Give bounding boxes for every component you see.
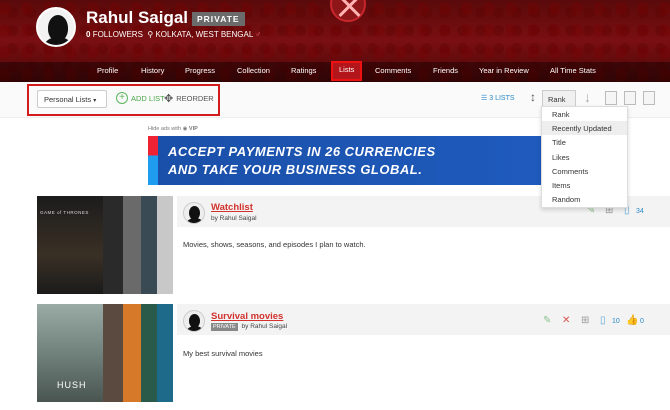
profile-avatar[interactable] [36,7,76,47]
list-view-icon[interactable] [643,91,655,105]
vip-icon: ◉ [182,126,188,132]
ad-banner[interactable]: ACCEPT PAYMENTS IN 26 CURRENCIES AND TAK… [148,136,543,185]
sort-option-comments[interactable]: Comments [542,164,627,178]
sort-value: Rank [548,95,566,104]
list-filter-value: Personal Lists [44,95,92,104]
like-count[interactable]: 0 [640,318,644,325]
move-arrows-icon: ✥ [164,93,174,105]
list-thumbnails[interactable]: GAME of THRONES [37,196,173,294]
add-list-button[interactable]: + ADD LIST [116,92,165,104]
tab-ratings[interactable]: Ratings [291,66,316,75]
poster [123,196,141,294]
poster [123,304,141,402]
tab-year-in-review[interactable]: Year in Review [479,66,529,75]
list-description: Movies, shows, seasons, and episodes I p… [183,240,366,249]
poster [141,196,157,294]
profile-meta: 0 FOLLOWERS ⚲ KOLKATA, WEST BENGAL ♂ [86,30,261,39]
gender-icon: ♂ [255,30,262,39]
profile-nav: Profile History Progress Collection Rati… [0,61,670,82]
image-view-icon[interactable] [624,91,636,105]
ad-line-2: AND TAKE YOUR BUSINESS GLOBAL. [168,162,423,177]
add-item-icon[interactable]: ⊞ [581,315,589,326]
tab-all-time-stats[interactable]: All Time Stats [550,66,596,75]
sort-descending-icon[interactable]: ↓ [584,89,591,105]
list-thumbnails[interactable]: HUSH [37,304,173,402]
poster [157,196,173,294]
ad-line-1: ACCEPT PAYMENTS IN 26 CURRENCIES [168,144,436,159]
poster [103,304,123,402]
tab-collection[interactable]: Collection [237,66,270,75]
poster: HUSH [37,304,103,402]
poster [157,304,173,402]
poster-title: HUSH [57,380,87,390]
list-owner-avatar[interactable] [183,202,205,224]
calendar-icon[interactable] [605,91,617,105]
sort-option-title[interactable]: Title [542,135,627,149]
list-owner[interactable]: by Rahul Saigal [242,323,288,330]
location-text: KOLKATA, WEST BENGAL [155,30,253,39]
tab-profile[interactable]: Profile [97,66,118,75]
site-logo-icon[interactable] [330,0,366,22]
like-icon[interactable]: 👍 [626,315,638,326]
tab-lists[interactable]: Lists [331,61,363,81]
location-pin-icon: ⚲ [147,30,154,39]
sort-direction-icon[interactable]: ↕ [530,90,536,104]
lists-count[interactable]: ☰ 3 LISTS [481,94,515,102]
followers-label[interactable]: FOLLOWERS [93,30,143,39]
privacy-badge: PRIVATE [192,12,245,26]
list-title[interactable]: Watchlist [211,202,253,213]
hide-ads-text: Hide ads with [148,126,182,132]
sort-option-random[interactable]: Random [542,192,627,206]
item-count[interactable]: 10 [612,318,620,325]
list-owner[interactable]: by Rahul Saigal [211,215,257,222]
sort-option-rank[interactable]: Rank [542,107,627,121]
list-owner-avatar[interactable] [183,310,205,332]
list-owner-line: PRIVATE by Rahul Saigal [211,323,288,331]
followers-count[interactable]: 0 [86,30,90,39]
reorder-button[interactable]: ✥ REORDER [164,92,214,105]
lists-count-text: 3 LISTS [489,95,515,102]
poster [103,196,123,294]
sort-option-likes[interactable]: Likes [542,150,627,164]
tab-comments[interactable]: Comments [375,66,411,75]
add-list-label: ADD LIST [131,93,165,103]
list-title[interactable]: Survival movies [211,311,283,322]
sort-option-recently-updated[interactable]: Recently Updated [542,121,627,136]
edit-icon[interactable]: ✎ [543,315,551,326]
sort-menu: Rank Recently Updated Title Likes Commen… [541,106,628,208]
vip-label: VIP [188,126,198,132]
list-description: My best survival movies [183,349,263,358]
tab-friends[interactable]: Friends [433,66,458,75]
tab-progress[interactable]: Progress [185,66,215,75]
items-icon[interactable]: ▯ [600,315,606,326]
poster [141,304,157,402]
plus-circle-icon: + [116,92,128,104]
sort-option-items[interactable]: Items [542,178,627,192]
hide-ads-link[interactable]: Hide ads with ◉ VIP [148,126,198,132]
tab-history[interactable]: History [141,66,164,75]
delete-icon[interactable]: ✕ [562,315,570,326]
poster-title: GAME of THRONES [40,210,89,215]
private-badge: PRIVATE [211,323,238,331]
item-count[interactable]: 34 [636,208,644,215]
caret-down-icon: ▾ [93,98,97,104]
list-filter-dropdown[interactable]: Personal Lists ▾ [37,90,107,108]
list-lines-icon: ☰ [481,95,488,102]
profile-name: Rahul Saigal [86,8,189,27]
poster: GAME of THRONES [37,196,103,294]
reorder-label: REORDER [176,94,214,103]
